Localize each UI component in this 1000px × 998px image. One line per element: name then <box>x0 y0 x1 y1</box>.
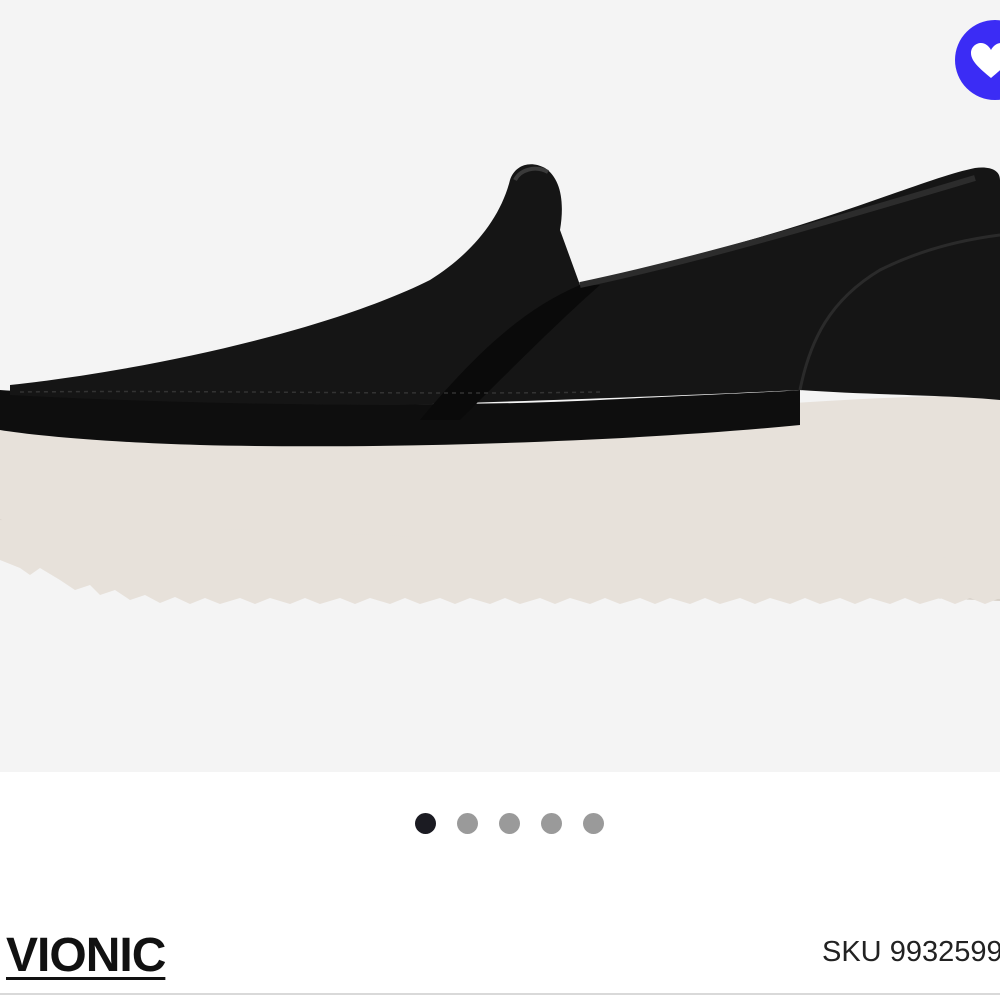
sku-text: SKU 9932599 <box>822 936 1000 969</box>
product-image <box>0 164 1000 604</box>
gallery-pagination <box>415 813 604 834</box>
heart-icon <box>971 43 1000 78</box>
gallery-dot-3[interactable] <box>499 813 520 834</box>
sku-value: 9932599 <box>889 936 1000 968</box>
product-image-area[interactable] <box>0 0 1000 772</box>
gallery-dot-2[interactable] <box>457 813 478 834</box>
sku-label: SKU <box>822 936 882 968</box>
gallery-dot-5[interactable] <box>583 813 604 834</box>
brand-link[interactable]: VIONIC <box>6 928 166 983</box>
divider <box>0 993 1000 995</box>
gallery-dot-4[interactable] <box>541 813 562 834</box>
gallery-dot-1[interactable] <box>415 813 436 834</box>
